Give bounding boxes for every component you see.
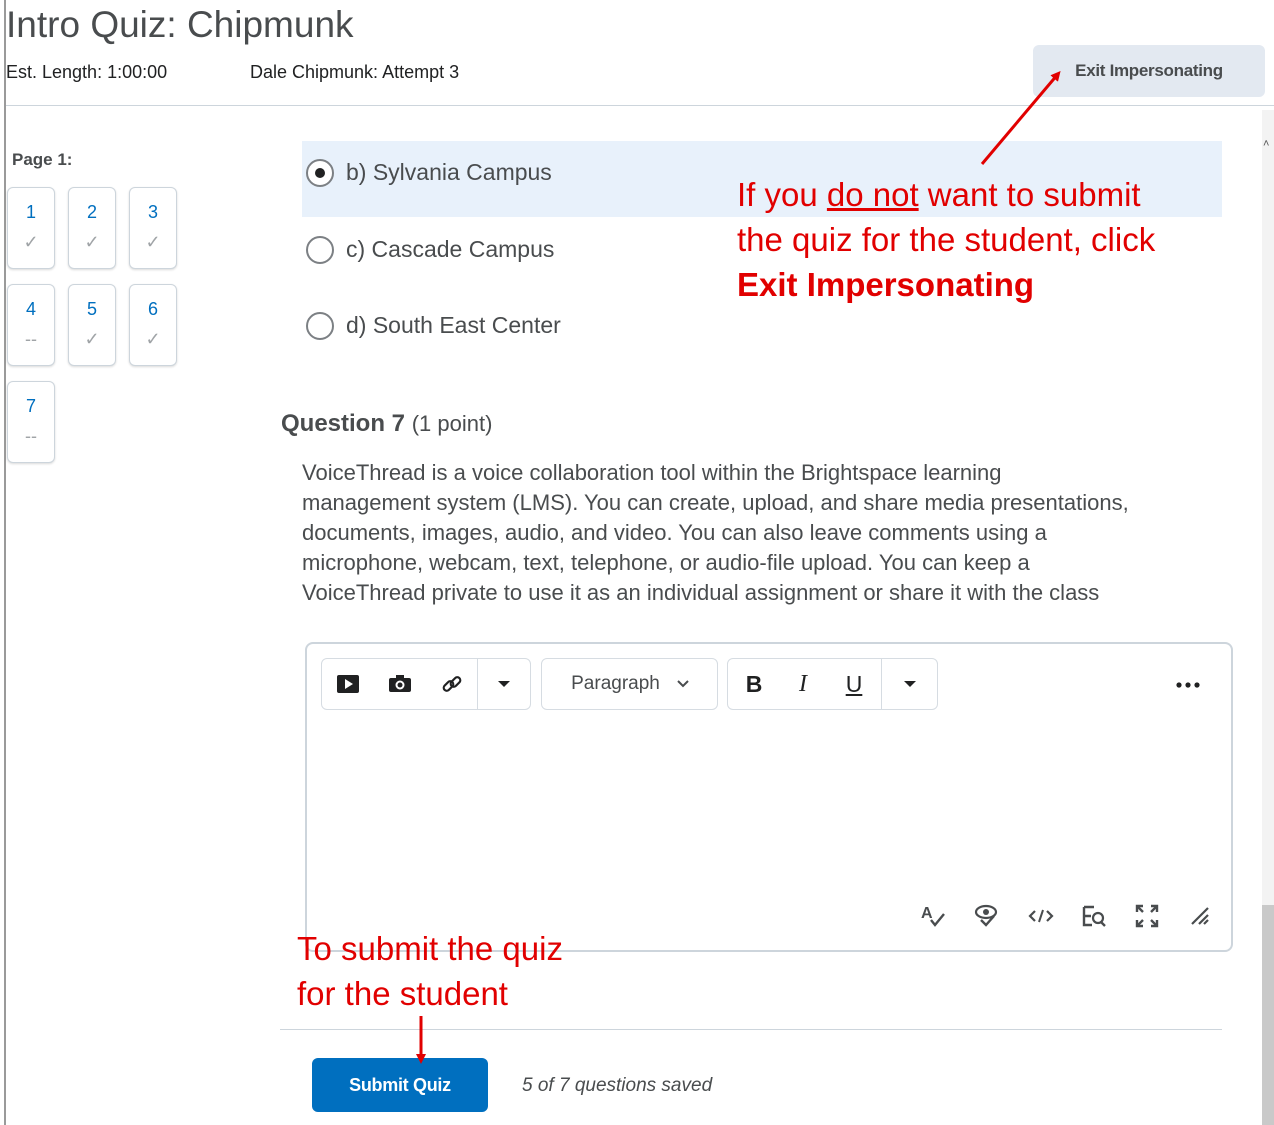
chevron-down-icon [677,680,689,688]
question-7-heading: Question 7 (1 point) [281,410,492,438]
exit-annotation-line-1: If you do not want to submit [737,172,1141,217]
format-select-inner: Paragraph [542,659,719,709]
option-label-d: d) South East Center [346,312,561,338]
unanswered-dash: -- [25,426,37,446]
question-tile-6[interactable]: 6 ✓ [129,284,177,366]
est-length: Est. Length: 1:00:00 [6,62,168,82]
question-text-line: VoiceThread is a voice collaboration too… [302,460,1002,485]
style-dropdown-icon[interactable] [891,659,929,709]
source-code-icon[interactable] [1025,900,1057,932]
question-text-line: microphone, webcam, text, telephone, or … [302,550,1030,575]
exit-annotation-line-3: Exit Impersonating [737,266,1035,303]
option-label-c: c) Cascade Campus [346,236,555,262]
unanswered-dash: -- [25,329,37,349]
radio-option-b[interactable] [306,159,334,187]
annotation-underline-text: do not [826,176,919,213]
underline-button[interactable]: U [834,659,874,709]
format-select[interactable]: Paragraph [541,658,718,710]
question-tile-5[interactable]: 5 ✓ [68,284,116,366]
radio-option-c[interactable] [306,236,334,264]
insert-toolbar-group [321,658,531,710]
radio-option-d[interactable] [306,312,334,340]
question-tile-2[interactable]: 2 ✓ [68,187,116,269]
svg-text:A: A [921,905,933,922]
spellcheck-icon[interactable]: A [917,900,949,932]
saved-check-icon: ✓ [84,232,100,252]
attempt-info: Dale Chipmunk: Attempt 3 [250,62,460,82]
question-number: 4 [25,299,36,319]
question-number: 2 [86,202,97,222]
question-7-text: VoiceThread is a voice collaboration too… [302,458,1232,608]
exit-annotation-line-2: the quiz for the student, click [737,221,1156,258]
resize-icon[interactable] [1184,900,1216,932]
header-divider [6,105,1274,106]
video-icon[interactable] [330,659,366,709]
camera-icon[interactable] [382,659,418,709]
footer-divider [280,1029,1222,1030]
question-points: (1 point) [411,411,493,436]
left-border [4,0,6,1125]
question-tile-4[interactable]: 4 -- [7,284,55,366]
bold-button[interactable]: B [734,659,774,709]
question-number: 6 [147,299,158,319]
question-tile-1[interactable]: 1 ✓ [7,187,55,269]
saved-status: 5 of 7 questions saved [522,1075,713,1096]
question-number: 1 [25,202,36,222]
submit-annotation-line-1: To submit the quiz [297,930,563,967]
saved-check-icon: ✓ [145,329,161,349]
annotation-text: want to submit [918,176,1141,213]
page-label: Page 1: [12,150,73,169]
more-icon[interactable] [1170,660,1206,710]
submit-quiz-button[interactable]: Submit Quiz [312,1058,488,1112]
question-tile-7[interactable]: 7 -- [7,381,55,463]
annotation-text: If you [737,176,827,213]
exit-impersonating-button[interactable]: Exit Impersonating [1033,45,1265,97]
question-number: 5 [86,299,97,319]
page-title: Intro Quiz: Chipmunk [6,4,354,45]
question-text-line: management system (LMS). You can create,… [302,490,1129,515]
question-text-line: VoiceThread private to use it as an indi… [302,580,1100,605]
question-title: Question 7 [281,410,406,437]
scrollbar-thumb[interactable] [1262,905,1274,1125]
question-number: 7 [25,396,36,416]
fullscreen-icon[interactable] [1131,900,1163,932]
saved-check-icon: ✓ [145,232,161,252]
submit-annotation-line-2: for the student [297,975,508,1012]
question-number: 3 [147,202,158,222]
saved-check-icon: ✓ [23,232,39,252]
format-select-value: Paragraph [571,673,660,694]
text-style-toolbar-group: B I U [727,658,938,710]
scroll-up-icon[interactable]: ˄ [1263,138,1269,150]
find-replace-icon[interactable] [1078,900,1110,932]
question-tile-3[interactable]: 3 ✓ [129,187,177,269]
saved-check-icon: ✓ [84,329,100,349]
link-icon[interactable] [434,659,470,709]
option-label-b: b) Sylvania Campus [346,159,552,185]
question-text-line: documents, images, audio, and video. You… [302,520,1047,545]
dropdown-icon[interactable] [486,659,522,709]
accessibility-check-icon[interactable] [971,900,1003,932]
italic-button[interactable]: I [783,659,823,709]
